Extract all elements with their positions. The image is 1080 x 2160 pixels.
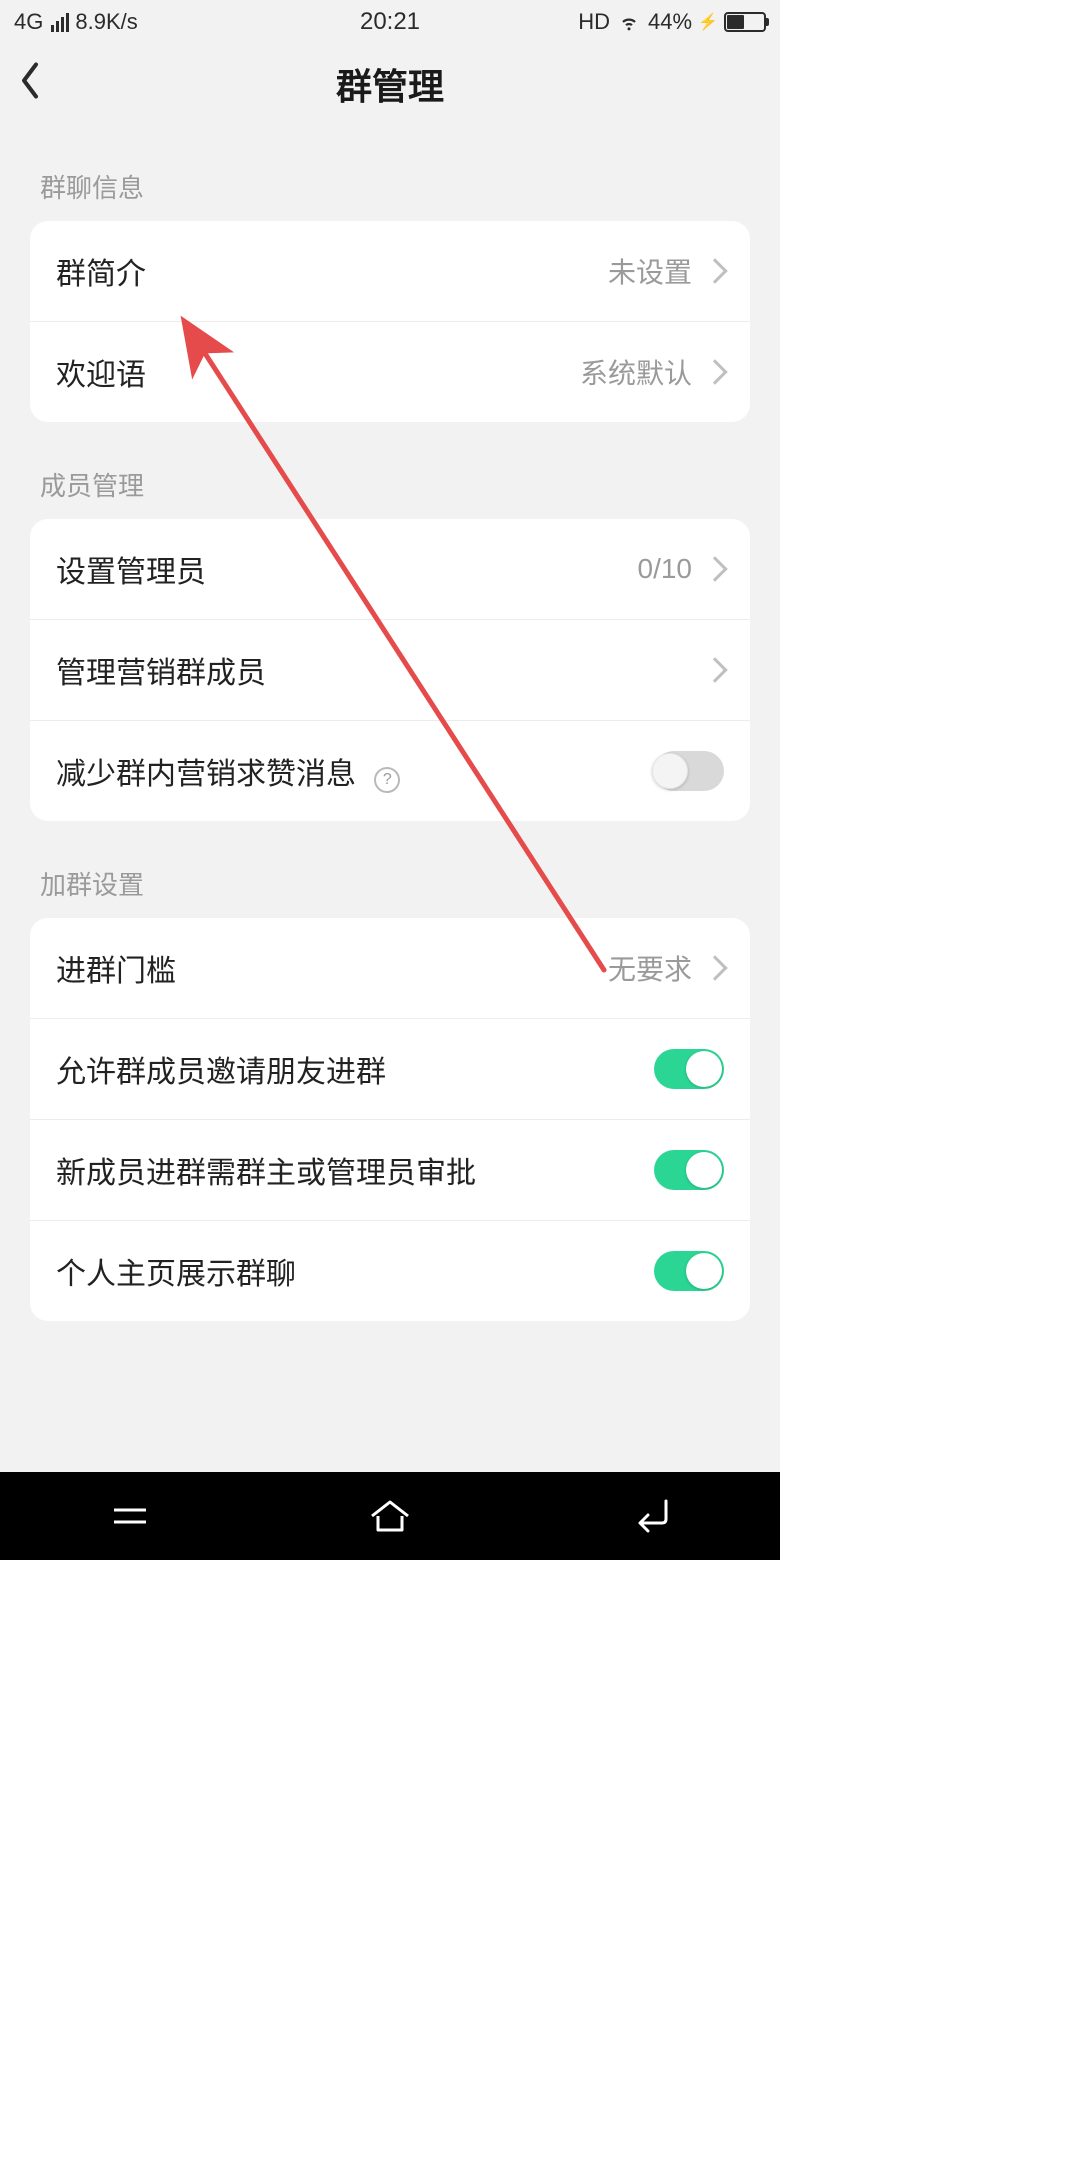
row-join-threshold[interactable]: 进群门槛 无要求: [30, 918, 750, 1018]
toggle-reduce-spam[interactable]: [654, 751, 724, 791]
card-join-settings: 进群门槛 无要求 允许群成员邀请朋友进群 新成员进群需群主或管理员审批 个人主页…: [30, 918, 750, 1321]
label: 允许群成员邀请朋友进群: [56, 1047, 654, 1091]
row-manage-marketing-members[interactable]: 管理营销群成员: [30, 619, 750, 720]
row-show-on-profile: 个人主页展示群聊: [30, 1220, 750, 1321]
header: 群管理: [0, 44, 780, 124]
battery-percent: 44%: [648, 9, 692, 35]
label: 进群门槛: [56, 946, 608, 990]
status-right: HD 44% ⚡: [578, 9, 766, 35]
charging-icon: ⚡: [698, 12, 718, 32]
card-chat-info: 群简介 未设置 欢迎语 系统默认: [30, 221, 750, 422]
status-time: 20:21: [360, 8, 420, 36]
chevron-right-icon: [702, 955, 727, 980]
help-icon[interactable]: ?: [374, 767, 400, 793]
system-nav-bar: [0, 1472, 780, 1560]
chevron-left-icon: [18, 61, 42, 101]
screen: 4G 8.9K/s 20:21 HD 44% ⚡ 群管理 群聊信息 群简介 未设…: [0, 0, 780, 1560]
row-set-admin[interactable]: 设置管理员 0/10: [30, 519, 750, 619]
row-welcome-message[interactable]: 欢迎语 系统默认: [30, 321, 750, 422]
hd-indicator: HD: [578, 9, 610, 35]
recent-icon: [110, 1502, 150, 1530]
status-bar: 4G 8.9K/s 20:21 HD 44% ⚡: [0, 0, 780, 44]
label: 新成员进群需群主或管理员审批: [56, 1148, 654, 1192]
section-header-chat-info: 群聊信息: [0, 124, 780, 221]
toggle-allow-invite[interactable]: [654, 1049, 724, 1089]
back-button[interactable]: [18, 61, 42, 108]
label: 欢迎语: [56, 350, 580, 394]
value: 0/10: [638, 553, 693, 585]
label: 设置管理员: [56, 547, 638, 591]
nav-home-button[interactable]: [366, 1496, 414, 1536]
chevron-right-icon: [702, 359, 727, 384]
page-title: 群管理: [336, 58, 444, 110]
value: 无要求: [608, 948, 692, 988]
battery-icon: [724, 12, 766, 32]
section-header-join-settings: 加群设置: [0, 821, 780, 918]
card-member-mgmt: 设置管理员 0/10 管理营销群成员 减少群内营销求赞消息 ?: [30, 519, 750, 821]
toggle-show-on-profile[interactable]: [654, 1251, 724, 1291]
value: 系统默认: [580, 352, 692, 392]
back-icon: [628, 1499, 672, 1533]
chevron-right-icon: [702, 657, 727, 682]
nav-back-button[interactable]: [626, 1496, 674, 1536]
row-reduce-spam: 减少群内营销求赞消息 ?: [30, 720, 750, 821]
nav-recent-button[interactable]: [106, 1496, 154, 1536]
row-need-approval: 新成员进群需群主或管理员审批: [30, 1119, 750, 1220]
label: 个人主页展示群聊: [56, 1249, 654, 1293]
network-speed: 8.9K/s: [75, 9, 137, 35]
row-group-intro[interactable]: 群简介 未设置: [30, 221, 750, 321]
toggle-need-approval[interactable]: [654, 1150, 724, 1190]
status-left: 4G 8.9K/s: [14, 9, 138, 35]
value: 未设置: [608, 251, 692, 291]
signal-icon: [51, 13, 69, 32]
row-allow-invite: 允许群成员邀请朋友进群: [30, 1018, 750, 1119]
section-header-member-mgmt: 成员管理: [0, 422, 780, 519]
label: 减少群内营销求赞消息 ?: [56, 749, 654, 793]
chevron-right-icon: [702, 556, 727, 581]
label: 群简介: [56, 249, 608, 293]
network-type: 4G: [14, 9, 43, 35]
wifi-icon: [616, 12, 642, 32]
label: 管理营销群成员: [56, 648, 706, 692]
chevron-right-icon: [702, 258, 727, 283]
home-icon: [368, 1498, 412, 1534]
